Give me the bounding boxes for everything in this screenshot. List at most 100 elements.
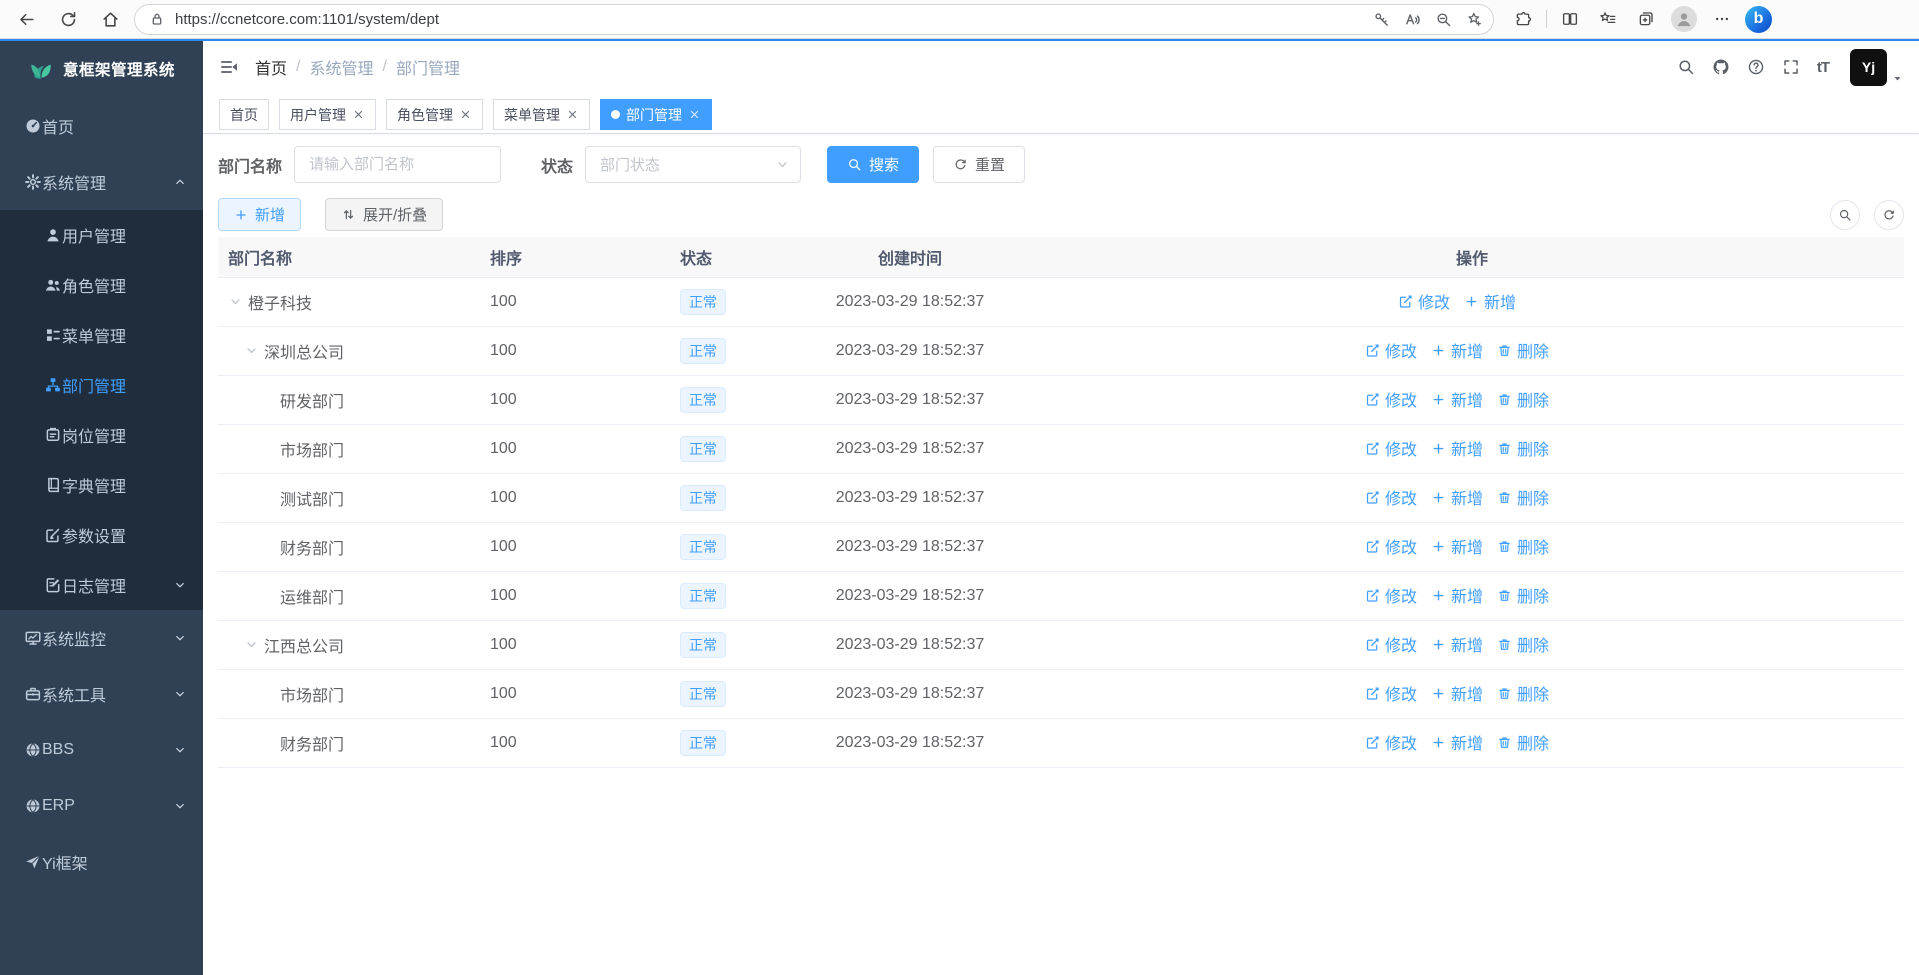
sidebar-item-首页[interactable]: 首页 xyxy=(0,98,203,154)
edit-link[interactable]: 修改 xyxy=(1365,436,1417,460)
sidebar-item-ERP[interactable]: ERP xyxy=(0,778,203,834)
favorites-bar-icon[interactable] xyxy=(1593,4,1623,34)
edit-link[interactable]: 修改 xyxy=(1365,338,1417,362)
sidebar-item-用户管理[interactable]: 用户管理 xyxy=(0,210,203,260)
expand-caret-icon[interactable] xyxy=(228,294,248,309)
collections-icon[interactable] xyxy=(1631,4,1661,34)
add-link[interactable]: 新增 xyxy=(1431,681,1483,705)
expand-caret-icon[interactable] xyxy=(244,637,264,652)
sidebar-item-BBS[interactable]: BBS xyxy=(0,722,203,778)
fullscreen-icon[interactable] xyxy=(1782,58,1800,76)
question-icon[interactable] xyxy=(1747,58,1765,76)
edit-link[interactable]: 修改 xyxy=(1365,485,1417,509)
bing-icon[interactable]: b xyxy=(1745,6,1772,33)
delete-link[interactable]: 删除 xyxy=(1497,632,1549,656)
edit-link[interactable]: 修改 xyxy=(1365,387,1417,411)
back-icon[interactable] xyxy=(10,3,42,35)
reset-button[interactable]: 重置 xyxy=(933,146,1025,183)
status-cell: 正常 xyxy=(670,473,780,522)
delete-link[interactable]: 删除 xyxy=(1497,436,1549,460)
edit-link[interactable]: 修改 xyxy=(1365,534,1417,558)
zoom-out-icon[interactable] xyxy=(1435,11,1452,28)
sidebar-item-系统工具[interactable]: 系统工具 xyxy=(0,666,203,722)
add-link[interactable]: 新增 xyxy=(1431,632,1483,656)
home-icon[interactable] xyxy=(94,3,126,35)
add-link[interactable]: 新增 xyxy=(1431,583,1483,607)
split-screen-icon[interactable] xyxy=(1555,4,1585,34)
hamburger-icon[interactable] xyxy=(219,57,239,77)
sidebar-item-参数设置[interactable]: 参数设置 xyxy=(0,510,203,560)
close-icon[interactable] xyxy=(459,108,472,121)
chevron-down-icon xyxy=(173,631,187,645)
sidebar-item-菜单管理[interactable]: 菜单管理 xyxy=(0,310,203,360)
edit-link[interactable]: 修改 xyxy=(1365,730,1417,754)
delete-link[interactable]: 删除 xyxy=(1497,681,1549,705)
read-aloud-icon[interactable] xyxy=(1404,11,1421,28)
sidebar-item-系统管理[interactable]: 系统管理 xyxy=(0,154,203,210)
actions-cell: 修改新增删除 xyxy=(1040,375,1904,424)
delete-link[interactable]: 删除 xyxy=(1497,387,1549,411)
delete-link[interactable]: 删除 xyxy=(1497,534,1549,558)
tab-角色管理[interactable]: 角色管理 xyxy=(386,99,483,130)
edit-link[interactable]: 修改 xyxy=(1398,289,1450,313)
edit-link[interactable]: 修改 xyxy=(1365,681,1417,705)
close-icon[interactable] xyxy=(352,108,365,121)
profile-icon[interactable] xyxy=(1669,4,1699,34)
tab-菜单管理[interactable]: 菜单管理 xyxy=(493,99,590,130)
edit-link[interactable]: 修改 xyxy=(1365,632,1417,656)
show-search-button[interactable] xyxy=(1830,200,1860,230)
sidebar-item-岗位管理[interactable]: 岗位管理 xyxy=(0,410,203,460)
add-favorite-icon[interactable] xyxy=(1466,11,1483,28)
add-link[interactable]: 新增 xyxy=(1431,338,1483,362)
extensions-icon[interactable] xyxy=(1508,4,1538,34)
table-toolbar: 新增 展开/折叠 xyxy=(218,198,1904,231)
search-icon[interactable] xyxy=(1677,58,1695,76)
edit-pen-icon xyxy=(1365,588,1380,603)
add-link[interactable]: 新增 xyxy=(1464,289,1516,313)
refresh-table-button[interactable] xyxy=(1874,200,1904,230)
breadcrumb-item: 系统管理 xyxy=(309,55,373,79)
table-row: 橙子科技100正常2023-03-29 18:52:37修改新增 xyxy=(218,277,1904,326)
status-select[interactable]: 部门状态 xyxy=(585,146,801,183)
expand-collapse-button[interactable]: 展开/折叠 xyxy=(325,198,443,231)
user-avatar[interactable]: Yj xyxy=(1850,49,1903,86)
sidebar-item-label: 菜单管理 xyxy=(62,323,187,347)
delete-link[interactable]: 删除 xyxy=(1497,485,1549,509)
tab-首页[interactable]: 首页 xyxy=(219,99,269,130)
delete-link[interactable]: 删除 xyxy=(1497,583,1549,607)
add-link[interactable]: 新增 xyxy=(1431,387,1483,411)
dept-name-cell: 财务部门 xyxy=(218,718,480,767)
sidebar-item-角色管理[interactable]: 角色管理 xyxy=(0,260,203,310)
key-icon[interactable] xyxy=(1373,11,1390,28)
close-icon[interactable] xyxy=(566,108,579,121)
add-link[interactable]: 新增 xyxy=(1431,730,1483,754)
add-link[interactable]: 新增 xyxy=(1431,436,1483,460)
search-button[interactable]: 搜索 xyxy=(827,146,919,183)
github-icon[interactable] xyxy=(1712,58,1730,76)
more-icon[interactable] xyxy=(1707,4,1737,34)
sidebar-item-部门管理[interactable]: 部门管理 xyxy=(0,360,203,410)
tab-用户管理[interactable]: 用户管理 xyxy=(279,99,376,130)
font-size-icon[interactable]: tT xyxy=(1817,59,1829,76)
sidebar-item-日志管理[interactable]: 日志管理 xyxy=(0,560,203,610)
expand-caret-icon[interactable] xyxy=(244,343,264,358)
reload-icon[interactable] xyxy=(52,3,84,35)
sidebar-item-字典管理[interactable]: 字典管理 xyxy=(0,460,203,510)
delete-link[interactable]: 删除 xyxy=(1497,730,1549,754)
close-icon[interactable] xyxy=(688,108,701,121)
edit-link[interactable]: 修改 xyxy=(1365,583,1417,607)
tab-部门管理[interactable]: 部门管理 xyxy=(600,99,712,130)
add-button[interactable]: 新增 xyxy=(218,198,301,231)
sidebar-item-系统监控[interactable]: 系统监控 xyxy=(0,610,203,666)
address-bar[interactable]: https://ccnetcore.com:1101/system/dept xyxy=(134,4,1494,35)
plus-icon xyxy=(1431,490,1446,505)
breadcrumb-item[interactable]: 首页 xyxy=(255,55,287,79)
add-link[interactable]: 新增 xyxy=(1431,485,1483,509)
browser-nav xyxy=(10,3,126,35)
add-link[interactable]: 新增 xyxy=(1431,534,1483,558)
dept-name-input[interactable] xyxy=(294,146,501,183)
url-text[interactable]: https://ccnetcore.com:1101/system/dept xyxy=(175,11,1373,28)
sidebar-item-Yi框架[interactable]: Yi框架 xyxy=(0,834,203,890)
plus-icon xyxy=(1431,686,1446,701)
delete-link[interactable]: 删除 xyxy=(1497,338,1549,362)
